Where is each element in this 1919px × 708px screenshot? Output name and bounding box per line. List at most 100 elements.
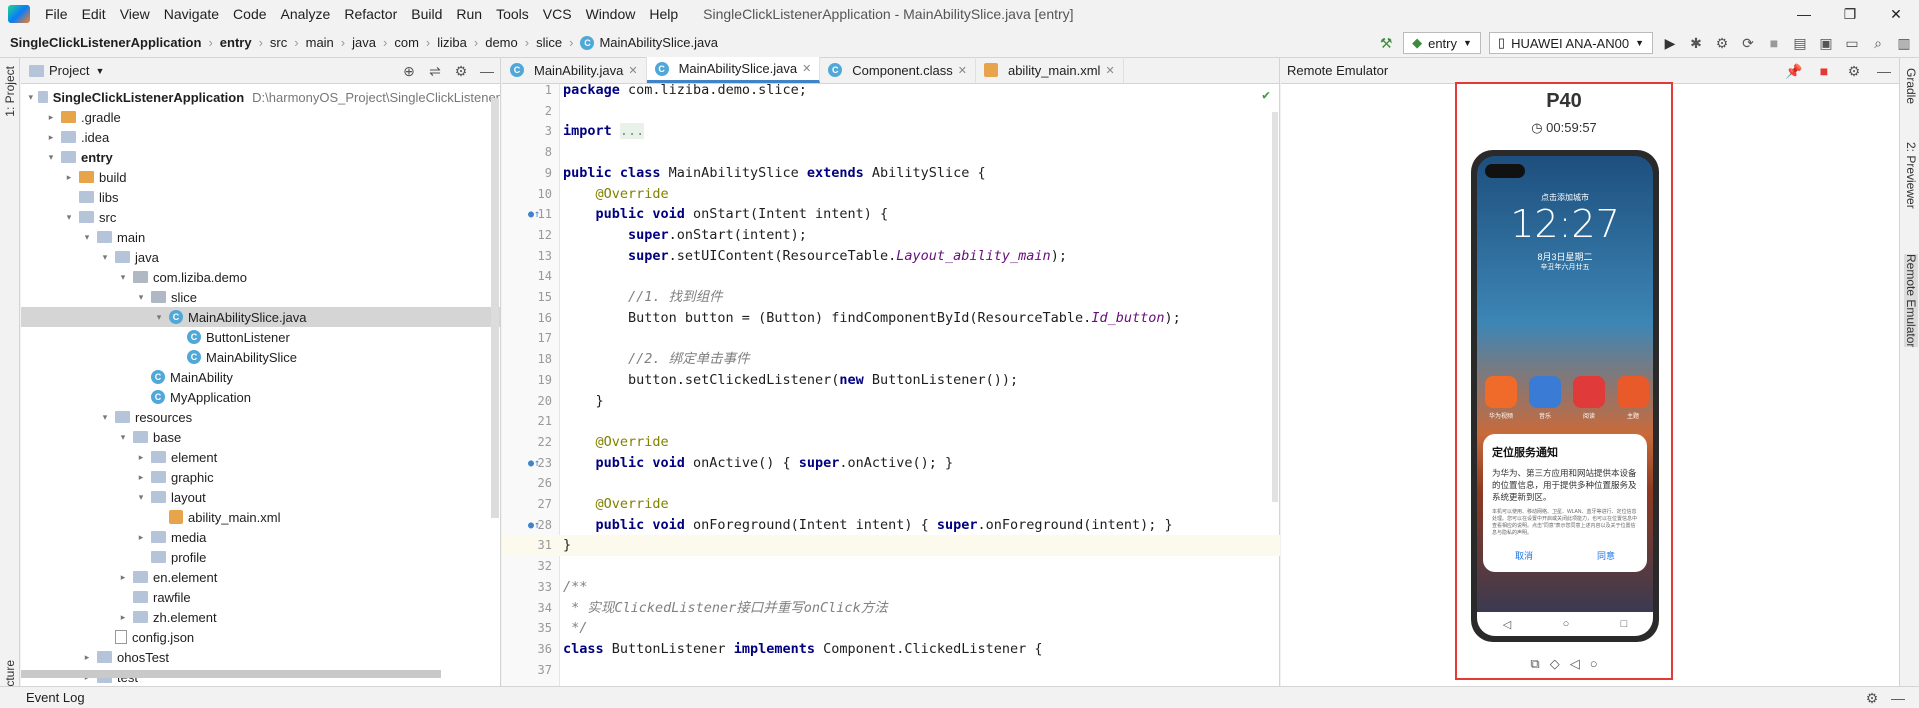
code-line[interactable]: 26 [502, 473, 1280, 494]
tree-item[interactable]: ▸ build [21, 167, 500, 187]
code-line[interactable]: 18 //2. 绑定单击事件 [502, 349, 1280, 370]
tree-item[interactable]: ▾ C MainAbilitySlice.java [21, 307, 500, 327]
close-tab-icon[interactable]: ✕ [802, 62, 811, 75]
gear-icon[interactable]: ⚙ [1845, 62, 1863, 80]
code-line[interactable]: 1 package com.liziba.demo.slice; [502, 84, 1280, 101]
tree-item[interactable]: ▾ resources [21, 407, 500, 427]
editor-tab[interactable]: ability_main.xml ✕ [976, 57, 1124, 83]
chevron-right-icon[interactable]: ▸ [135, 472, 147, 483]
recents-nav-icon[interactable]: □ [1621, 618, 1628, 630]
hide-icon[interactable]: — [1889, 689, 1907, 707]
rotate-icon[interactable]: ◇ [1550, 656, 1560, 672]
chevron-down-icon[interactable]: ▾ [63, 212, 75, 223]
tree-item[interactable]: config.json [21, 627, 500, 647]
run-config-select[interactable]: ◆ entry ▼ [1403, 32, 1481, 54]
menu-code[interactable]: Code [226, 6, 273, 22]
pin-icon[interactable]: 📌 [1785, 62, 1803, 80]
code-line[interactable]: 17 [502, 328, 1280, 349]
device-select[interactable]: ▯ HUAWEI ANA-AN00 ▼ [1488, 32, 1653, 54]
maximize-button[interactable]: ❐ [1827, 0, 1873, 28]
close-button[interactable]: ✕ [1873, 0, 1919, 28]
tree-item[interactable]: ▾ layout [21, 487, 500, 507]
tree-item[interactable]: ▸ graphic [21, 467, 500, 487]
menu-refactor[interactable]: Refactor [337, 6, 404, 22]
stop-emulator-icon[interactable]: ■ [1815, 62, 1833, 80]
tree-item[interactable]: ▾ slice [21, 287, 500, 307]
tree-item[interactable]: ▸ en.element [21, 567, 500, 587]
menu-vcs[interactable]: VCS [536, 6, 579, 22]
code-line[interactable]: 33 /** [502, 577, 1280, 598]
menu-file[interactable]: File [38, 6, 75, 22]
chevron-down-icon[interactable]: ▾ [135, 492, 147, 503]
code-line[interactable]: 19 button.setClickedListener(new ButtonL… [502, 370, 1280, 391]
hide-icon[interactable]: — [1875, 62, 1893, 80]
breadcrumb-item[interactable]: slice [536, 35, 562, 50]
gear-icon[interactable]: ⚙ [1863, 689, 1881, 707]
code-line[interactable]: 12 super.onStart(intent); [502, 225, 1280, 246]
vertical-scrollbar[interactable] [491, 98, 499, 518]
code-line[interactable]: 14 [502, 266, 1280, 287]
code-line[interactable]: 28 ●↑ public void onForeground(Intent int… [502, 515, 1280, 536]
breadcrumb-item[interactable]: src [270, 35, 287, 50]
tree-item[interactable]: C MainAbilitySlice [21, 347, 500, 367]
tree-item[interactable]: ▾ java [21, 247, 500, 267]
tree-item[interactable]: C MyApplication [21, 387, 500, 407]
collapse-all-icon[interactable]: ⇌ [426, 62, 444, 80]
override-marker-icon[interactable]: ●↑ [528, 515, 540, 536]
hammer-icon[interactable]: ⚒ [1377, 34, 1395, 52]
chevron-down-icon[interactable]: ▾ [135, 292, 147, 303]
code-line[interactable]: 13 super.setUIContent(ResourceTable.Layo… [502, 246, 1280, 267]
chevron-right-icon[interactable]: ▸ [117, 612, 129, 623]
code-line[interactable]: 32 [502, 556, 1280, 577]
tree-item[interactable]: C MainAbility [21, 367, 500, 387]
dialog-cancel-button[interactable]: 取消 [1515, 549, 1533, 562]
code-line[interactable]: 31} [502, 535, 1280, 557]
chevron-down-icon[interactable]: ▾ [81, 232, 93, 243]
debug-icon[interactable]: ✱ [1687, 34, 1705, 52]
home-icon[interactable]: ○ [1590, 656, 1598, 672]
event-log-button[interactable]: Event Log [26, 690, 85, 705]
breadcrumb-item[interactable]: liziba [437, 35, 467, 50]
menu-analyze[interactable]: Analyze [274, 6, 338, 22]
tree-item[interactable]: ▸ media [21, 527, 500, 547]
reader-app-icon[interactable] [1573, 376, 1605, 408]
chevron-down-icon[interactable]: ▾ [117, 272, 129, 283]
project-panel-title[interactable]: Project [49, 63, 89, 78]
run-icon[interactable]: ▶ [1661, 34, 1679, 52]
code-line[interactable]: 36 class ButtonListener implements Compon… [502, 639, 1280, 660]
code-line[interactable]: 10 @Override [502, 184, 1280, 205]
override-marker-icon[interactable]: ●↑ [528, 453, 540, 474]
tree-item[interactable]: ▸ zh.element [21, 607, 500, 627]
override-marker-icon[interactable]: ●↑ [528, 204, 540, 225]
back-icon[interactable]: ◁ [1570, 656, 1580, 672]
stop-icon[interactable]: ■ [1765, 34, 1783, 52]
menu-view[interactable]: View [113, 6, 157, 22]
code-line[interactable]: 34 * 实现ClickedListener接口并重写onClick方法 [502, 598, 1280, 619]
code-line[interactable]: 35 */ [502, 618, 1280, 639]
tree-item[interactable]: ability_main.xml [21, 507, 500, 527]
editor-tab[interactable]: C MainAbility.java ✕ [502, 57, 647, 83]
theme-app-icon[interactable] [1617, 376, 1649, 408]
back-nav-icon[interactable]: ◁ [1503, 618, 1511, 631]
code-line[interactable]: 9 public class MainAbilitySlice extends A… [502, 163, 1280, 184]
tree-item[interactable]: ▾ com.liziba.demo [21, 267, 500, 287]
close-tab-icon[interactable]: ✕ [628, 64, 637, 77]
breadcrumb-item[interactable]: com [394, 35, 419, 50]
profile-icon[interactable]: ⟳ [1739, 34, 1757, 52]
sdk-manager-icon[interactable]: ▣ [1817, 34, 1835, 52]
breadcrumb-item[interactable]: demo [485, 35, 518, 50]
editor-tab[interactable]: C Component.class ✕ [820, 57, 976, 83]
chevron-down-icon[interactable]: ▾ [153, 312, 165, 323]
chevron-right-icon[interactable]: ▸ [135, 452, 147, 463]
project-structure-icon[interactable]: ▤ [1791, 34, 1809, 52]
breadcrumb-item[interactable]: MainAbilitySlice.java [599, 35, 718, 50]
tree-item[interactable]: ▸ element [21, 447, 500, 467]
chevron-right-icon[interactable]: ▸ [81, 652, 93, 663]
close-tab-icon[interactable]: ✕ [1105, 64, 1114, 77]
chevron-down-icon[interactable]: ▼ [95, 66, 104, 76]
layout-icon[interactable]: ▥ [1895, 34, 1913, 52]
chevron-down-icon[interactable]: ▾ [117, 432, 129, 443]
code-line[interactable]: 27 @Override [502, 494, 1280, 515]
hide-icon[interactable]: — [478, 62, 496, 80]
chevron-right-icon[interactable]: ▸ [117, 572, 129, 583]
